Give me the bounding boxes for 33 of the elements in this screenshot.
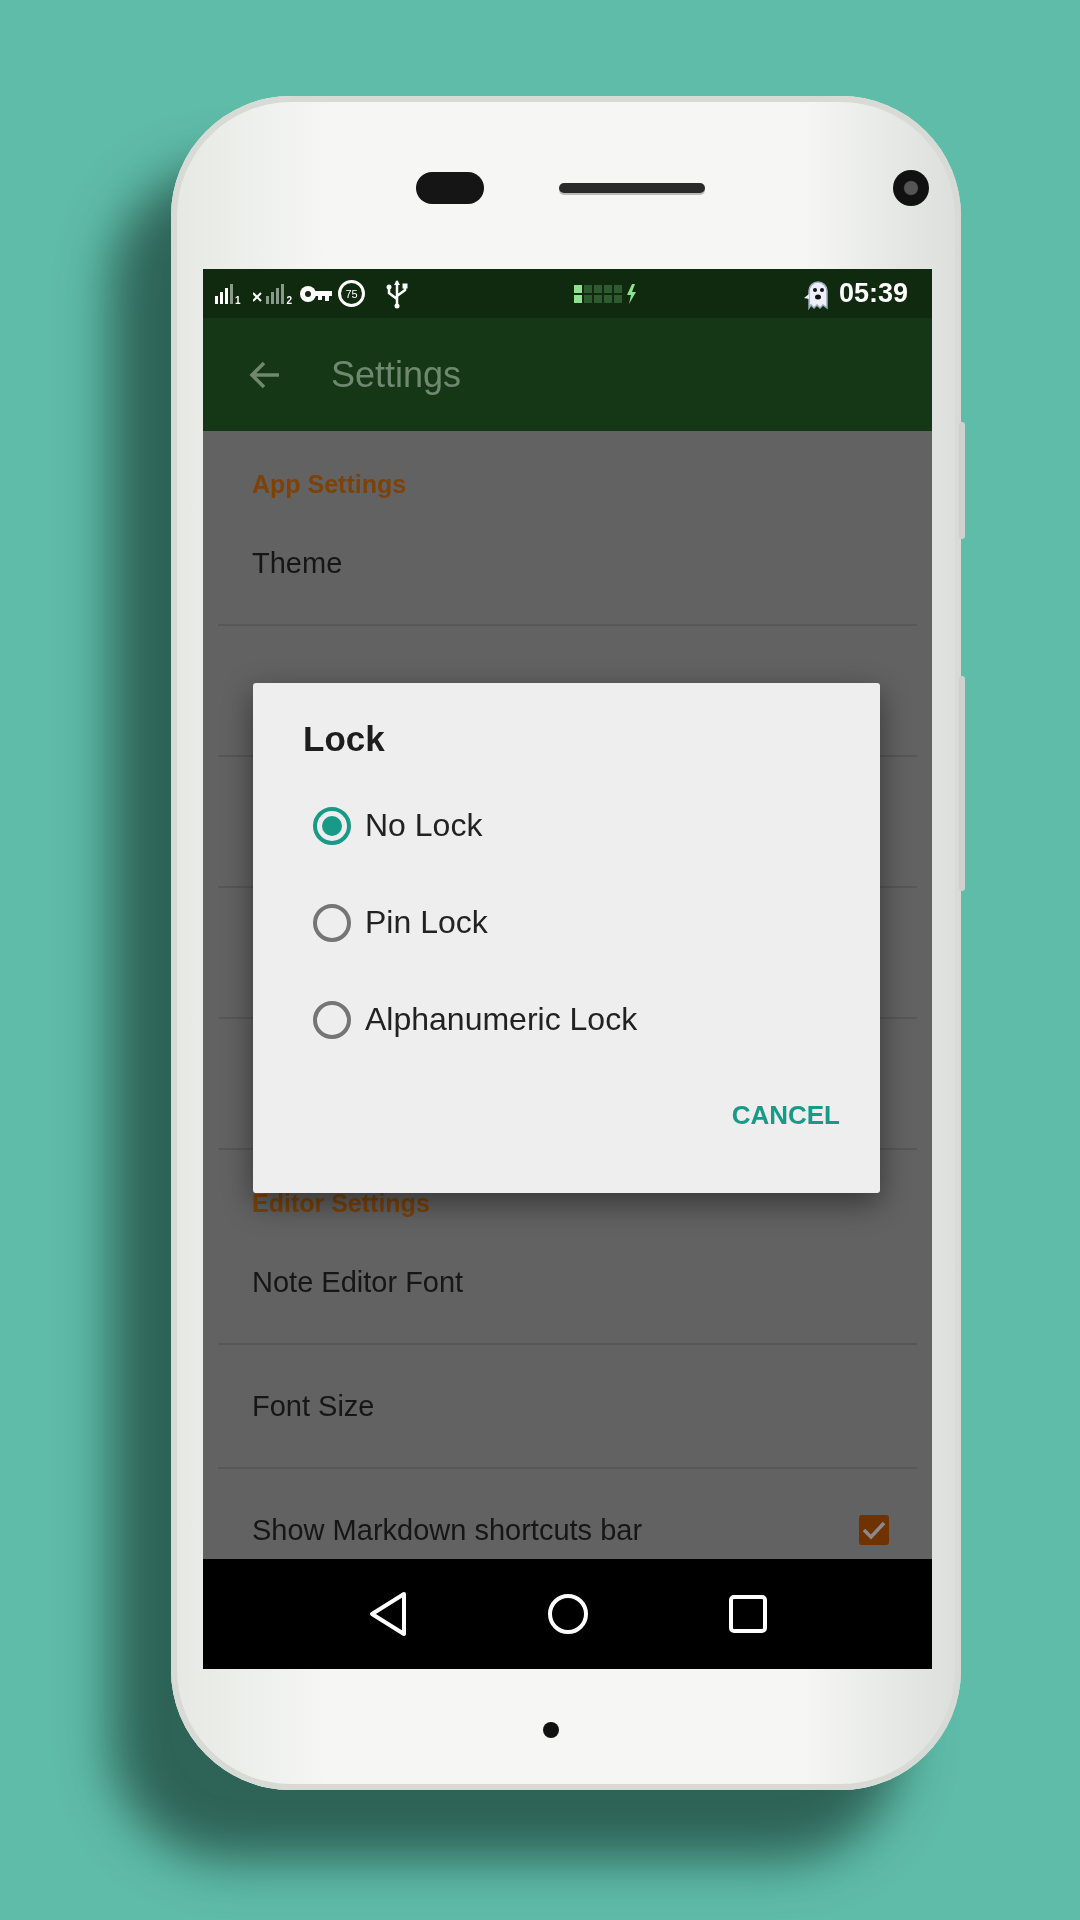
radio-option[interactable]: Pin Lock [313,874,840,971]
settings-row[interactable]: Theme [218,502,917,626]
sim-slot-label: 1 [235,295,241,306]
radio-button[interactable] [313,806,351,845]
dialog-title: Lock [303,718,386,760]
microphone-dot [543,1721,559,1738]
radio-option[interactable]: Alphanumeric Lock [313,971,840,1068]
home-button[interactable] [547,1593,590,1635]
screen-title: Settings [331,353,462,396]
usb-icon [385,278,410,309]
back-button[interactable] [367,1591,408,1637]
cancel-button[interactable]: CANCEL [731,1086,840,1145]
radio-button[interactable] [313,903,351,942]
battery-icon [574,283,639,304]
radio-button[interactable] [313,1000,351,1039]
signal-icon [215,283,235,304]
checkbox[interactable] [859,1515,889,1545]
camera-lens [893,169,929,206]
settings-row[interactable]: Font Size [218,1345,917,1469]
row-label: Theme [252,548,344,578]
radio-option[interactable]: No Lock [313,777,840,874]
percent-badge: 75 [338,280,366,307]
recents-button[interactable] [729,1595,768,1633]
row-label: Note Editor Font [252,1267,465,1297]
signal-icon [252,283,287,304]
key-icon [300,284,333,303]
settings-row[interactable]: Note Editor Font [218,1221,917,1345]
sim-slot-label: 2 [286,295,293,306]
section-header: Editor Settings [252,1189,430,1217]
clock-time: 05:39 [838,278,908,309]
row-label: Show Markdown shortcuts bar [252,1515,644,1545]
section-header: App Settings [252,470,407,498]
row-label: Font Size [252,1391,376,1421]
